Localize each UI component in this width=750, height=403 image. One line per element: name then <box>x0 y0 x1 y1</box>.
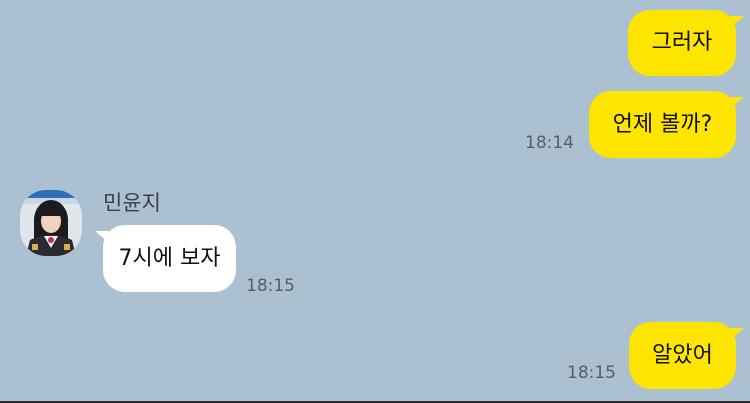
message-text: 그러자 <box>651 30 713 55</box>
message-time: 18:15 <box>567 363 616 383</box>
avatar[interactable] <box>20 190 82 256</box>
message-time: 18:14 <box>525 133 574 153</box>
message-time: 18:15 <box>246 276 295 296</box>
message-text: 언제 볼까? <box>612 111 713 137</box>
bubble-tail <box>730 16 744 28</box>
chat-area: 그러자 18:14 언제 볼까? 민윤지 7시에 보자 18:15 18:15 … <box>0 0 750 403</box>
bubble-tail <box>730 328 744 340</box>
sender-name: 민윤지 <box>103 191 161 215</box>
message-text: 알았어 <box>652 342 713 368</box>
avatar-icon <box>20 190 82 256</box>
message-bubble-mine[interactable]: 그러자 <box>628 10 736 76</box>
message-text: 7시에 보자 <box>118 245 221 271</box>
bubble-tail <box>730 97 744 109</box>
message-bubble-theirs[interactable]: 7시에 보자 <box>103 225 236 292</box>
message-bubble-mine[interactable]: 언제 볼까? <box>589 91 736 158</box>
message-bubble-mine[interactable]: 알았어 <box>629 322 736 389</box>
